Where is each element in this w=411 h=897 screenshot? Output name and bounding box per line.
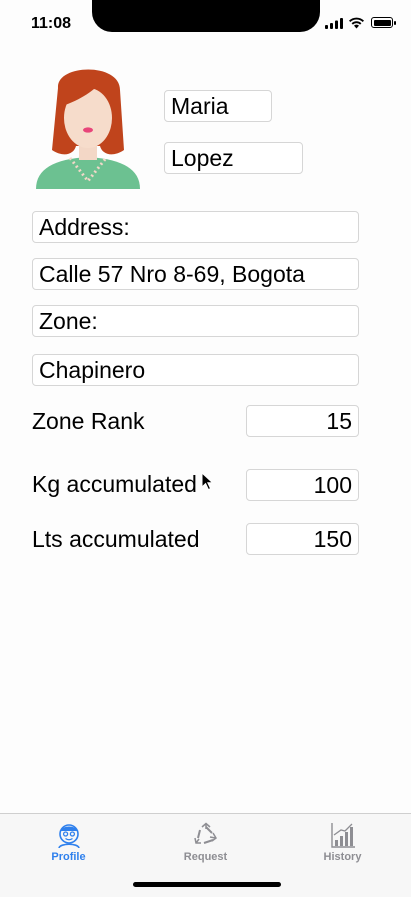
user-avatar <box>36 69 140 189</box>
zone-field[interactable]: Chapinero <box>32 354 359 386</box>
chart-icon <box>330 823 355 848</box>
last-name-field[interactable]: Lopez <box>164 142 303 174</box>
tab-request[interactable]: Request <box>137 814 274 870</box>
tab-profile[interactable]: Profile <box>0 814 137 870</box>
zone-label-field: Zone: <box>32 305 359 337</box>
app-screen: 11:08 Maria Lopez Address: Calle 57 Nro … <box>0 0 411 897</box>
cellular-signal-icon <box>325 18 343 29</box>
address-label-field: Address: <box>32 211 359 243</box>
tab-history[interactable]: History <box>274 814 411 870</box>
recycle-icon <box>193 822 217 844</box>
profile-icon <box>57 824 80 848</box>
zone-rank-label: Zone Rank <box>32 408 145 434</box>
battery-icon <box>371 17 396 28</box>
zone-rank-field[interactable]: 15 <box>246 405 359 437</box>
tab-profile-label: Profile <box>51 851 86 863</box>
status-bar: 11:08 <box>0 0 411 44</box>
tab-history-label: History <box>323 851 362 863</box>
kg-accumulated-label: Kg accumulated <box>32 471 197 497</box>
wifi-icon <box>349 17 364 29</box>
first-name-field[interactable]: Maria <box>164 90 272 122</box>
mouse-cursor-icon <box>201 472 214 491</box>
device-notch <box>92 0 320 32</box>
address-field[interactable]: Calle 57 Nro 8-69, Bogota <box>32 258 359 290</box>
lts-accumulated-field[interactable]: 150 <box>246 523 359 555</box>
status-time: 11:08 <box>31 15 72 32</box>
lts-accumulated-label: Lts accumulated <box>32 526 200 552</box>
kg-accumulated-field[interactable]: 100 <box>246 469 359 501</box>
home-indicator[interactable] <box>133 882 281 887</box>
tab-request-label: Request <box>183 851 228 863</box>
